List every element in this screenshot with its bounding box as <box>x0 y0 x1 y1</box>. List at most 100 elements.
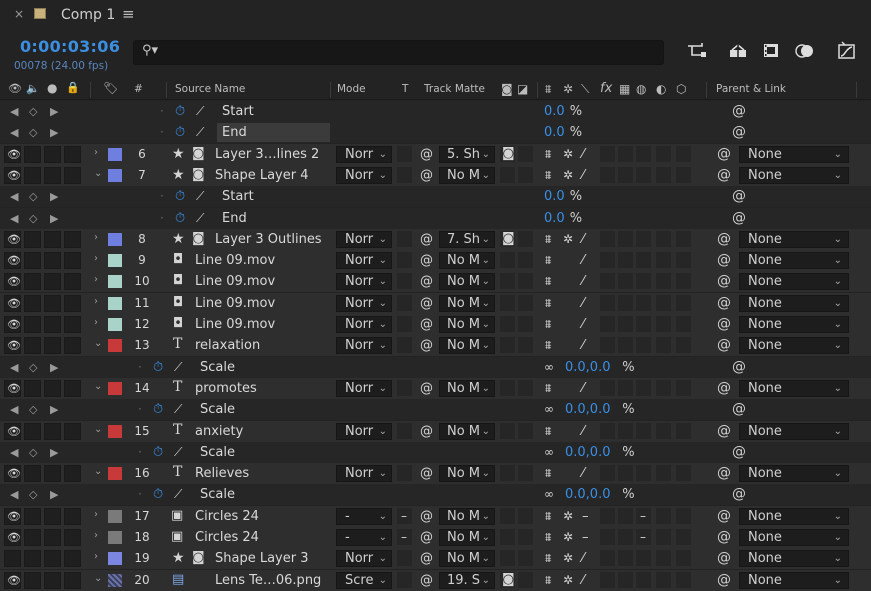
layer-name[interactable]: Circles 24 <box>195 530 259 545</box>
visibility-toggle[interactable]: 👁 <box>4 337 21 355</box>
audio-toggle[interactable] <box>24 529 41 546</box>
shy-icon[interactable]: ⩩ <box>545 509 551 524</box>
preserve-transparency-toggle[interactable] <box>397 294 412 311</box>
matte-toggle[interactable] <box>500 529 515 545</box>
matte-toggle[interactable] <box>500 294 515 311</box>
expression-pick-whip-icon[interactable]: @ <box>732 188 746 204</box>
shy-icon[interactable]: ⩩ <box>545 551 551 566</box>
next-keyframe-icon[interactable]: ▶ <box>50 126 58 139</box>
adjustment-toggle[interactable] <box>656 273 671 290</box>
parent-dropdown[interactable]: None ⌄ <box>739 166 849 184</box>
add-keyframe-icon[interactable]: ◇ <box>29 105 37 118</box>
parent-dropdown[interactable]: None ⌄ <box>739 379 849 397</box>
fx-toggle[interactable] <box>600 230 615 247</box>
visibility-toggle[interactable]: 👁 <box>4 529 21 546</box>
collapse-switch-icon[interactable]: ✲ <box>563 82 573 96</box>
lock-toggle[interactable] <box>64 507 81 525</box>
lock-toggle[interactable] <box>64 550 81 568</box>
motion-blur-toggle[interactable] <box>636 337 651 354</box>
shy-icon[interactable]: ⩩ <box>545 338 551 353</box>
frame-blend-toggle[interactable] <box>618 316 633 332</box>
3d-toggle[interactable] <box>676 316 691 332</box>
label-color-chip[interactable] <box>108 381 122 395</box>
layer-name[interactable]: Line 09.mov <box>195 317 275 332</box>
expression-pick-whip-icon[interactable]: @ <box>732 103 746 119</box>
layer-row[interactable]: 👁 › 8 ★ ◙ Layer 3 Outlines Norr ⌄ @7. Sh ⌄ ◙ ⩩ ✲ ⁄ @ No… <box>0 228 871 250</box>
motion-blur-toggle[interactable] <box>636 465 651 482</box>
stopwatch-icon[interactable]: ⏱ <box>153 487 163 502</box>
stopwatch-icon[interactable]: ⏱ <box>153 445 163 460</box>
quality-icon[interactable]: ⁄ <box>582 338 584 353</box>
flowchart-icon[interactable] <box>686 40 708 62</box>
track-matte-dropdown[interactable]: No M ⌄ <box>439 316 495 333</box>
visibility-toggle[interactable]: 👁 <box>4 166 21 184</box>
solo-toggle[interactable] <box>44 571 61 589</box>
fx-toggle[interactable] <box>600 337 615 354</box>
quality-icon[interactable]: ⁄ <box>582 147 584 162</box>
preserve-transparency-toggle[interactable] <box>397 571 412 588</box>
number-column-header[interactable]: # <box>134 83 143 95</box>
next-keyframe-icon[interactable]: ▶ <box>50 190 58 203</box>
property-value[interactable]: 0.0 <box>544 104 565 119</box>
property-value[interactable]: 0.0,0.0 <box>565 402 610 417</box>
solo-toggle[interactable] <box>44 145 61 163</box>
3d-toggle[interactable] <box>676 422 691 439</box>
pick-whip-icon[interactable]: @ <box>717 316 731 332</box>
constrain-proportions-icon[interactable]: ∞ <box>544 487 554 501</box>
collapse-icon[interactable]: ✲ <box>563 168 573 182</box>
adjustment-toggle[interactable] <box>656 422 671 439</box>
shy-icon[interactable]: ⩩ <box>545 253 551 268</box>
layer-search-input[interactable]: ⚲▾ <box>133 40 664 65</box>
fx-switch-icon[interactable]: fx <box>600 81 612 96</box>
prev-keyframe-icon[interactable]: ◀ <box>10 212 18 225</box>
property-row[interactable]: ◀ ◇ ▶ · ⏱ ⟋ End 0.0% @ <box>0 122 871 144</box>
audio-toggle[interactable] <box>24 550 41 568</box>
adjustment-toggle[interactable] <box>656 507 671 524</box>
solo-toggle[interactable] <box>44 230 61 248</box>
constrain-proportions-icon[interactable]: ∞ <box>544 402 554 416</box>
lock-toggle[interactable] <box>64 145 81 163</box>
track-matte-dropdown[interactable]: 19. S ⌄ <box>439 571 495 589</box>
motion-blur-switch-icon[interactable]: ◍ <box>636 82 646 96</box>
track-matte-link-icon[interactable]: @ <box>420 296 433 311</box>
solo-toggle[interactable] <box>44 507 61 525</box>
label-color-chip[interactable] <box>108 424 122 438</box>
prev-keyframe-icon[interactable]: ◀ <box>10 488 18 501</box>
eye-column-icon[interactable]: 👁 <box>8 82 22 95</box>
expand-twirl[interactable]: › <box>94 147 98 158</box>
stopwatch-icon[interactable]: ⏱ <box>175 189 185 204</box>
prev-keyframe-icon[interactable]: ◀ <box>10 403 18 416</box>
layer-name[interactable]: Shape Layer 3 <box>215 551 309 566</box>
invert-matte-toggle[interactable] <box>518 252 533 269</box>
expand-twirl[interactable]: › <box>94 551 98 562</box>
shy-switch-icon[interactable]: ⩩ <box>545 82 551 97</box>
quality-icon[interactable]: ⁄ <box>582 551 584 566</box>
audio-toggle[interactable] <box>24 379 41 397</box>
track-matte-dropdown[interactable]: No M ⌄ <box>439 422 495 440</box>
solo-toggle[interactable] <box>44 337 61 355</box>
3d-toggle[interactable] <box>676 145 691 162</box>
preserve-transparency-toggle[interactable] <box>397 316 412 332</box>
lock-toggle[interactable] <box>64 294 81 312</box>
stopwatch-icon[interactable]: ⏱ <box>175 125 185 140</box>
label-color-chip[interactable] <box>108 531 122 544</box>
solo-toggle[interactable] <box>44 273 61 291</box>
adjustment-toggle[interactable] <box>656 337 671 354</box>
solo-toggle[interactable] <box>44 550 61 568</box>
layer-row[interactable]: 👁 ⌄ 13 T relaxation Norr ⌄ @ No M ⌄ ⩩ ⁄ @ None ⌄ <box>0 335 871 357</box>
fx-toggle[interactable] <box>600 145 615 162</box>
expand-twirl[interactable]: ⌄ <box>94 424 102 435</box>
track-matte-link-icon[interactable]: @ <box>420 338 433 353</box>
shy-icon[interactable]: ⩩ <box>545 232 551 247</box>
lock-toggle[interactable] <box>64 252 81 270</box>
lock-toggle[interactable] <box>64 230 81 248</box>
add-keyframe-icon[interactable]: ◇ <box>29 488 37 501</box>
label-color-chip[interactable] <box>108 467 122 481</box>
expand-twirl[interactable]: › <box>94 232 98 243</box>
frame-blend-toggle[interactable] <box>618 252 633 269</box>
adjustment-toggle[interactable] <box>656 379 671 396</box>
visibility-toggle[interactable] <box>4 550 21 568</box>
visibility-toggle[interactable]: 👁 <box>4 379 21 397</box>
lock-toggle[interactable] <box>64 465 81 483</box>
invert-matte-toggle[interactable] <box>518 316 533 332</box>
